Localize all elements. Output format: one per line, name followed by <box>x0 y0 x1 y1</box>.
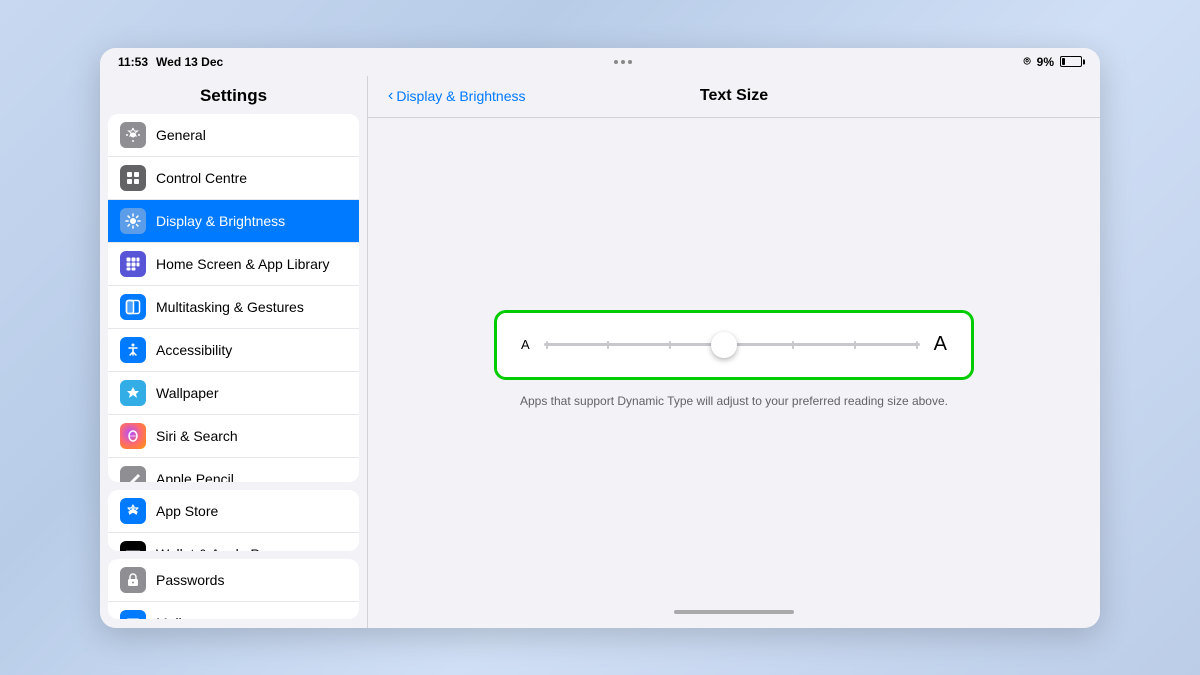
home-indicator <box>674 610 794 614</box>
date: Wed 13 Dec <box>156 55 223 69</box>
display-icon <box>120 208 146 234</box>
sidebar-group-2: App Store Wallet & Apple Pay <box>108 490 359 551</box>
siri-icon <box>120 423 146 449</box>
sidebar-item-passwords[interactable]: Passwords <box>108 559 359 602</box>
multitasking-icon <box>120 294 146 320</box>
sidebar-item-display[interactable]: Display & Brightness <box>108 200 359 243</box>
sidebar-item-homescreen[interactable]: Home Screen & App Library <box>108 243 359 286</box>
text-size-slider-container: A <box>494 310 974 380</box>
panel-header: ‹ Display & Brightness Text Size <box>368 76 1100 118</box>
control-icon <box>120 165 146 191</box>
tick-2 <box>607 341 609 349</box>
status-center <box>614 60 632 64</box>
battery-bar <box>1060 56 1082 67</box>
small-a-label: A <box>521 337 530 352</box>
back-chevron-icon: ‹ <box>388 87 393 105</box>
sidebar: Settings General Control Centre <box>100 76 368 628</box>
back-label: Display & Brightness <box>396 88 525 104</box>
status-right: ⌾ 9% <box>1023 54 1082 69</box>
battery-percent: 9% <box>1037 55 1054 69</box>
sidebar-item-multitasking[interactable]: Multitasking & Gestures <box>108 286 359 329</box>
bottom-bar <box>368 600 1100 628</box>
mail-icon <box>120 610 146 620</box>
dot2 <box>621 60 625 64</box>
sidebar-item-wallpaper[interactable]: Wallpaper <box>108 372 359 415</box>
ipad-frame: 11:53 Wed 13 Dec ⌾ 9% Settings <box>100 48 1100 628</box>
wifi-icon: ⌾ <box>1023 54 1030 69</box>
sidebar-item-general[interactable]: General <box>108 114 359 157</box>
tick-7 <box>916 341 918 349</box>
tick-1 <box>546 341 548 349</box>
right-panel: ‹ Display & Brightness Text Size A <box>368 76 1100 628</box>
tick-6 <box>854 341 856 349</box>
general-icon <box>120 122 146 148</box>
back-button[interactable]: ‹ Display & Brightness <box>388 87 526 105</box>
sidebar-group-1: General Control Centre Display & Brightn… <box>108 114 359 482</box>
battery-fill <box>1062 58 1065 65</box>
large-a-label: A <box>934 333 947 356</box>
panel-title: Text Size <box>700 87 768 105</box>
sidebar-group-3: Passwords Mail <box>108 559 359 620</box>
text-size-content: A <box>368 118 1100 600</box>
display-label: Display & Brightness <box>156 213 285 229</box>
slider-description: Apps that support Dynamic Type will adju… <box>520 394 948 408</box>
accessibility-label: Accessibility <box>156 342 232 358</box>
general-label: General <box>156 127 206 143</box>
tick-5 <box>792 341 794 349</box>
passwords-label: Passwords <box>156 572 224 588</box>
slider-thumb[interactable] <box>711 332 737 358</box>
status-bar: 11:53 Wed 13 Dec ⌾ 9% <box>100 48 1100 76</box>
time: 11:53 <box>118 55 148 69</box>
accessibility-icon <box>120 337 146 363</box>
appstore-icon <box>120 498 146 524</box>
slider-track <box>544 343 920 346</box>
homescreen-label: Home Screen & App Library <box>156 256 330 272</box>
homescreen-icon <box>120 251 146 277</box>
dot3 <box>628 60 632 64</box>
battery-icon <box>1060 56 1082 67</box>
wallpaper-label: Wallpaper <box>156 385 219 401</box>
pencil-label: Apple Pencil <box>156 471 234 482</box>
sidebar-item-wallet[interactable]: Wallet & Apple Pay <box>108 533 359 551</box>
sidebar-item-pencil[interactable]: Apple Pencil <box>108 458 359 482</box>
passwords-icon <box>120 567 146 593</box>
tick-3 <box>669 341 671 349</box>
wallet-icon <box>120 541 146 551</box>
sidebar-title: Settings <box>100 76 367 114</box>
control-label: Control Centre <box>156 170 247 186</box>
sidebar-item-siri[interactable]: Siri & Search <box>108 415 359 458</box>
status-left: 11:53 Wed 13 Dec <box>118 55 223 69</box>
sidebar-item-appstore[interactable]: App Store <box>108 490 359 533</box>
slider-track-wrapper[interactable] <box>544 331 920 359</box>
sidebar-item-control[interactable]: Control Centre <box>108 157 359 200</box>
sidebar-item-accessibility[interactable]: Accessibility <box>108 329 359 372</box>
wallpaper-icon <box>120 380 146 406</box>
siri-label: Siri & Search <box>156 428 238 444</box>
mail-label: Mail <box>156 615 182 620</box>
main-content: Settings General Control Centre <box>100 76 1100 628</box>
dot1 <box>614 60 618 64</box>
appstore-label: App Store <box>156 503 218 519</box>
wallet-label: Wallet & Apple Pay <box>156 546 275 551</box>
pencil-icon <box>120 466 146 482</box>
multitasking-label: Multitasking & Gestures <box>156 299 304 315</box>
sidebar-item-mail[interactable]: Mail <box>108 602 359 620</box>
